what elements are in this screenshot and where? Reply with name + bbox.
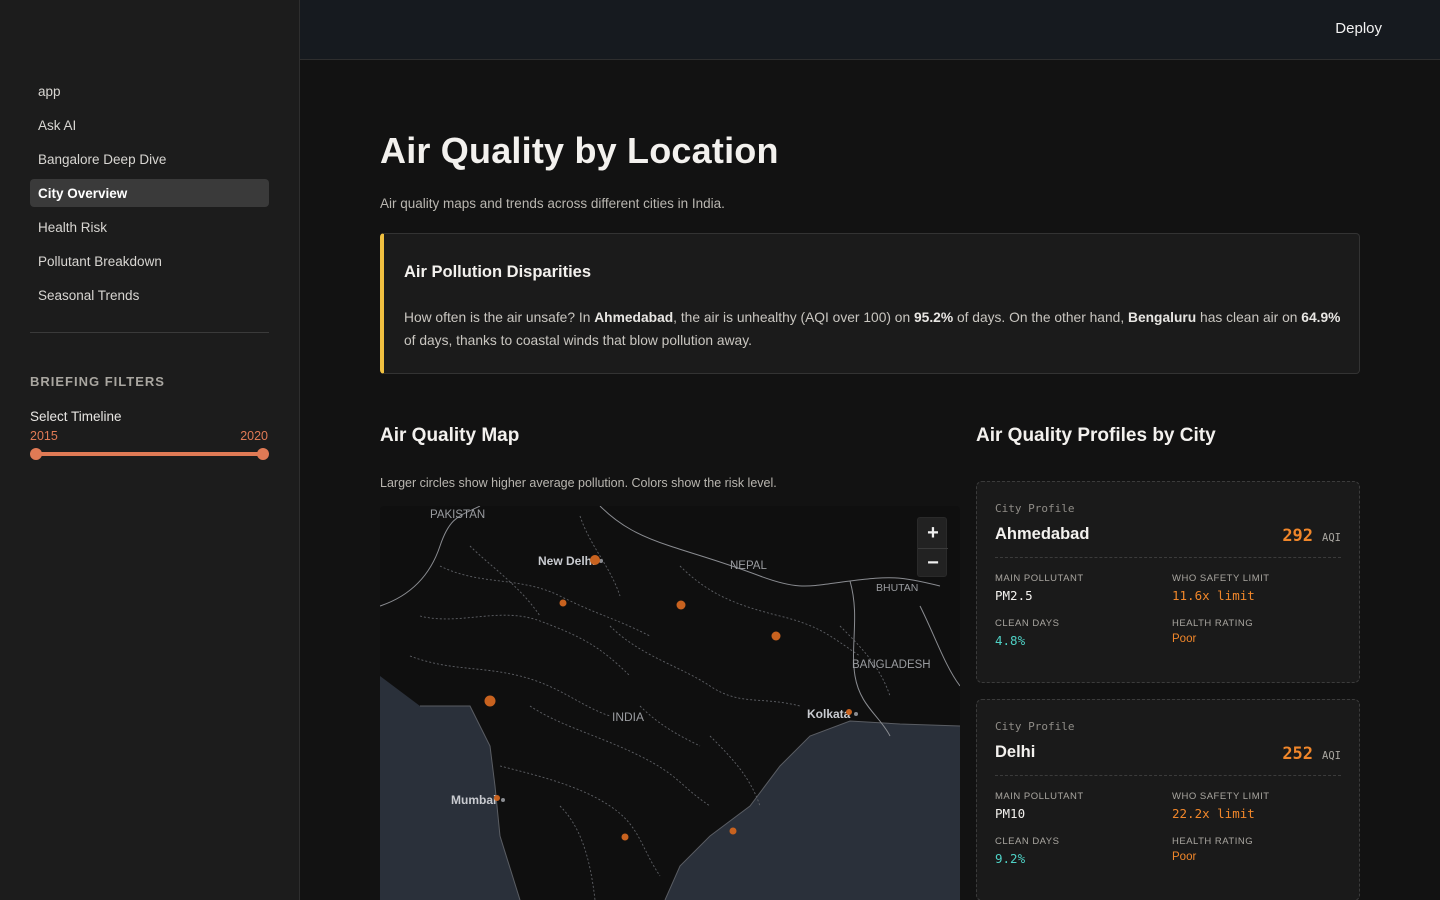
sidebar-item-app[interactable]: app	[30, 77, 269, 105]
city-dot-mumbai	[501, 798, 505, 802]
card-kicker: City Profile	[995, 502, 1075, 515]
marker-patna[interactable]	[771, 631, 781, 641]
marker-lucknow[interactable]	[676, 600, 686, 610]
timeline-slider-track[interactable]	[36, 452, 263, 456]
air-quality-map[interactable]: PAKISTAN NEPAL BHUTAN BANGLADESH INDIA N…	[380, 506, 960, 900]
disparities-callout: Air Pollution Disparities How often is t…	[380, 233, 1360, 374]
label-nepal: NEPAL	[730, 560, 767, 572]
timeline-slider-start-handle[interactable]	[30, 448, 42, 460]
callout-highlight: Bengaluru	[1127, 310, 1197, 325]
who-limit-label: WHO SAFETY LIMIT	[1172, 791, 1270, 802]
callout-text: of days, thanks to coastal winds that bl…	[404, 333, 752, 348]
card-kicker: City Profile	[995, 720, 1075, 733]
callout-text: of days. On the other hand,	[953, 310, 1128, 325]
bay-of-bengal	[665, 721, 960, 900]
callout-highlight: 64.9%	[1301, 310, 1341, 325]
aqi-unit: AQI	[1322, 532, 1341, 544]
label-mumbai: Mumbai	[451, 793, 496, 807]
sidebar-item-health-risk[interactable]: Health Risk	[30, 213, 269, 241]
timeline-label: Select Timeline	[30, 409, 122, 424]
city-dot-kolkata	[854, 712, 858, 716]
map-canvas: PAKISTAN NEPAL BHUTAN BANGLADESH INDIA N…	[380, 506, 960, 900]
sidebar-item-bangalore-deep-dive[interactable]: Bangalore Deep Dive	[30, 145, 269, 173]
who-limit-label: WHO SAFETY LIMIT	[1172, 573, 1270, 584]
profiles-section-title: Air Quality Profiles by City	[976, 425, 1216, 446]
health-rating-value: Poor	[1172, 851, 1197, 863]
clean-days-label: CLEAN DAYS	[995, 836, 1060, 847]
card-aqi: 252 AQI	[1282, 744, 1341, 764]
marker-delhi[interactable]	[590, 555, 600, 565]
sidebar-nav: app Ask AI Bangalore Deep Dive City Over…	[30, 77, 269, 315]
card-divider	[995, 557, 1341, 558]
marker-mumbai[interactable]	[494, 795, 500, 801]
clean-days-value: 4.8%	[995, 633, 1026, 648]
marker-jaipur[interactable]	[559, 599, 567, 607]
label-new-delhi: New Delhi	[538, 554, 595, 568]
filters-heading: BRIEFING FILTERS	[30, 374, 165, 389]
marker-visakhapatnam[interactable]	[729, 827, 737, 835]
sidebar-item-city-overview[interactable]: City Overview	[30, 179, 269, 207]
main-pollutant-label: MAIN POLLUTANT	[995, 573, 1084, 584]
marker-ahmedabad[interactable]	[484, 695, 496, 707]
callout-body: How often is the air unsafe? In Ahmedaba…	[404, 306, 1344, 352]
aqi-unit: AQI	[1322, 750, 1341, 762]
card-city-name: Ahmedabad	[995, 525, 1090, 543]
main-pollutant-label: MAIN POLLUTANT	[995, 791, 1084, 802]
callout-text: How often is the air unsafe? In	[404, 310, 595, 325]
callout-title: Air Pollution Disparities	[404, 263, 592, 281]
label-pakistan: PAKISTAN	[430, 509, 485, 521]
clean-days-label: CLEAN DAYS	[995, 618, 1060, 629]
city-profile-card: City Profile Delhi 252 AQI MAIN POLLUTAN…	[976, 699, 1360, 900]
sidebar-divider	[30, 332, 269, 333]
page-subtitle: Air quality maps and trends across diffe…	[380, 196, 725, 211]
card-aqi: 292 AQI	[1282, 526, 1341, 546]
sidebar-item-seasonal-trends[interactable]: Seasonal Trends	[30, 281, 269, 309]
callout-highlight: 95.2%	[913, 310, 954, 325]
map-section-title: Air Quality Map	[380, 425, 520, 446]
health-rating-label: HEALTH RATING	[1172, 618, 1254, 629]
who-limit-value: 11.6x limit	[1172, 588, 1255, 603]
label-india: INDIA	[612, 710, 644, 724]
country-borders	[380, 506, 960, 737]
marker-hyderabad[interactable]	[621, 833, 629, 841]
clean-days-value: 9.2%	[995, 851, 1026, 866]
main-pollutant-value: PM10	[995, 806, 1026, 821]
aqi-value: 292	[1282, 526, 1314, 546]
city-profile-card: City Profile Ahmedabad 292 AQI MAIN POLL…	[976, 481, 1360, 683]
callout-text: , the air is unhealthy (AQI over 100) on	[673, 310, 914, 325]
health-rating-label: HEALTH RATING	[1172, 836, 1254, 847]
label-bhutan: BHUTAN	[876, 582, 918, 594]
timeline-slider-end-handle[interactable]	[257, 448, 269, 460]
arabian-sea	[380, 676, 520, 900]
sidebar: app Ask AI Bangalore Deep Dive City Over…	[0, 0, 300, 900]
sidebar-item-pollutant-breakdown[interactable]: Pollutant Breakdown	[30, 247, 269, 275]
timeline-min-value: 2015	[30, 429, 58, 443]
callout-text: has clean air on	[1196, 310, 1302, 325]
aqi-value: 252	[1282, 744, 1314, 764]
map-zoom-controls: + −	[917, 517, 948, 578]
deploy-button[interactable]: Deploy	[1335, 20, 1382, 37]
sidebar-item-ask-ai[interactable]: Ask AI	[30, 111, 269, 139]
page-title: Air Quality by Location	[380, 130, 779, 171]
card-city-name: Delhi	[995, 743, 1036, 761]
timeline-max-value: 2020	[240, 429, 268, 443]
map-caption: Larger circles show higher average pollu…	[380, 476, 777, 490]
marker-kolkata[interactable]	[846, 709, 852, 715]
card-divider	[995, 775, 1341, 776]
top-bar: Deploy	[300, 0, 1440, 60]
main-pollutant-value: PM2.5	[995, 588, 1033, 603]
label-bangladesh: BANGLADESH	[852, 659, 931, 671]
health-rating-value: Poor	[1172, 633, 1197, 645]
who-limit-value: 22.2x limit	[1172, 806, 1255, 821]
callout-highlight: Ahmedabad	[594, 310, 674, 325]
label-kolkata: Kolkata	[807, 707, 851, 721]
zoom-out-button[interactable]: −	[918, 548, 948, 578]
zoom-in-button[interactable]: +	[918, 518, 948, 548]
